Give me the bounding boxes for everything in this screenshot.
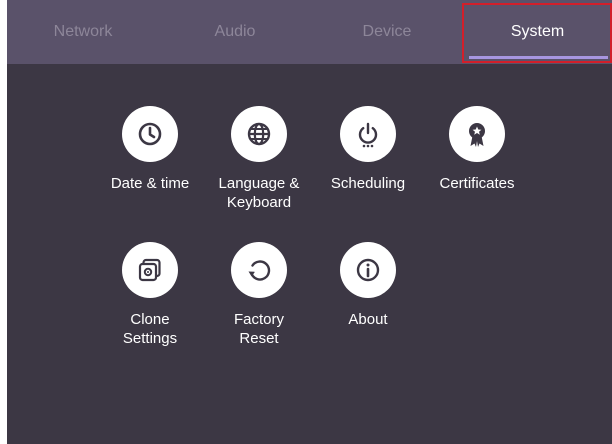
tab-audio[interactable]: Audio	[159, 0, 311, 64]
clock-icon	[122, 106, 178, 162]
factory-reset-label: Factory Reset	[233, 311, 284, 347]
tab-device[interactable]: Device	[311, 0, 463, 64]
about-label: About	[348, 311, 388, 328]
clone-settings-item[interactable]: Clone Settings	[95, 242, 205, 348]
date-time-item[interactable]: Date & time	[95, 106, 205, 193]
certificates-label: Certificates	[439, 175, 515, 192]
tab-system-label: System	[510, 23, 565, 40]
factory-reset-item[interactable]: Factory Reset	[204, 242, 314, 348]
scheduling-item[interactable]: Scheduling	[313, 106, 423, 193]
language-keyboard-item[interactable]: Language & Keyboard	[204, 106, 314, 212]
tab-device-label: Device	[362, 23, 412, 40]
tab-network[interactable]: Network	[7, 0, 159, 64]
language-keyboard-label: Language & Keyboard	[218, 175, 300, 211]
tab-system[interactable]: System	[463, 0, 612, 64]
globe-icon	[231, 106, 287, 162]
certificate-icon	[449, 106, 505, 162]
clone-settings-label: Clone Settings	[122, 311, 178, 347]
clone-settings-icon	[122, 242, 178, 298]
tab-network-label: Network	[53, 23, 113, 40]
info-icon	[340, 242, 396, 298]
active-tab-indicator	[469, 56, 608, 59]
certificates-item[interactable]: Certificates	[422, 106, 532, 193]
settings-screen: Network Audio Device System Date & time	[7, 0, 612, 444]
tab-audio-label: Audio	[214, 23, 256, 40]
scheduling-label: Scheduling	[330, 175, 406, 192]
reset-icon	[231, 242, 287, 298]
settings-tab-bar: Network Audio Device System	[7, 0, 612, 64]
date-time-label: Date & time	[110, 175, 190, 192]
about-item[interactable]: About	[313, 242, 423, 329]
power-schedule-icon	[340, 106, 396, 162]
